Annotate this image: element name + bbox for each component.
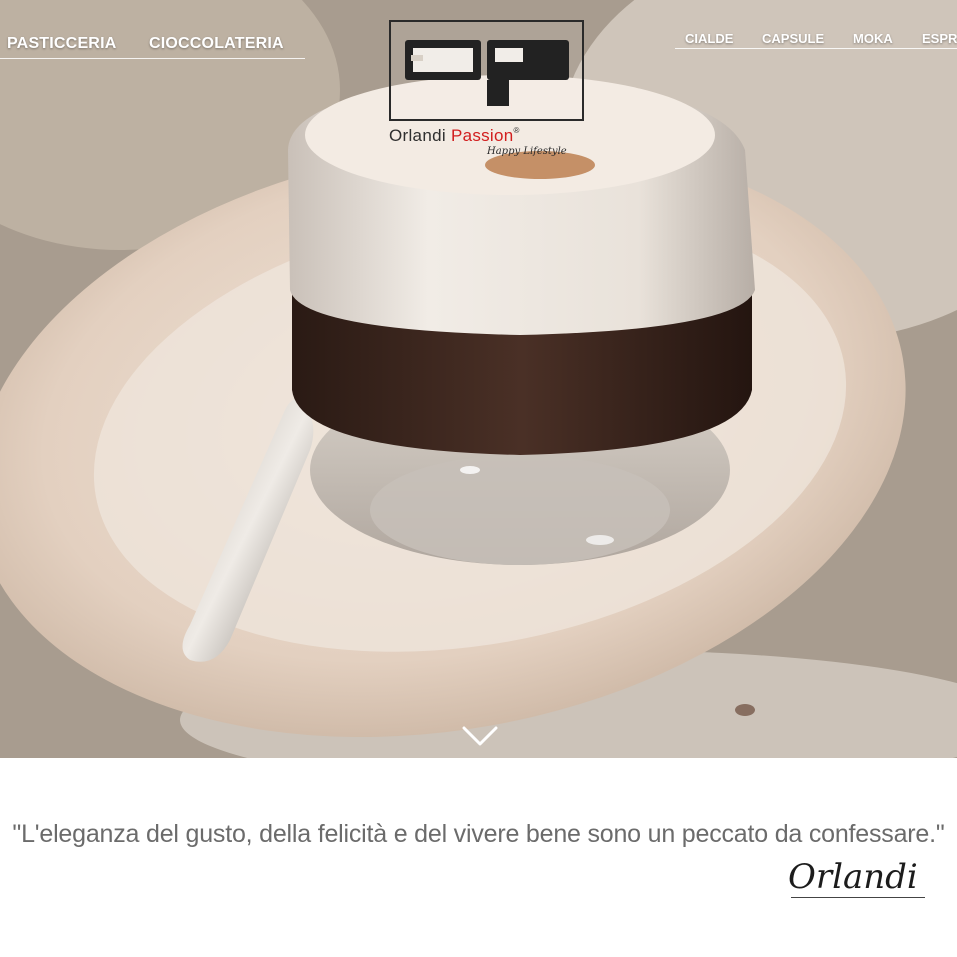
nav-left: PASTICCERIA CIOCCOLATERIA: [0, 32, 305, 59]
scroll-down-button[interactable]: [462, 724, 498, 748]
logo-name-passion: Passion: [450, 126, 514, 145]
nav-item-espresso[interactable]: ESPR: [922, 31, 957, 46]
nav-item-moka[interactable]: MOKA: [853, 31, 893, 46]
signature: Orlandi: [788, 857, 918, 897]
logo-name-orlandi: Orlandi: [389, 126, 446, 145]
nav-item-capsule[interactable]: CAPSULE: [762, 31, 824, 46]
logo-wordmark: Orlandi Passion®: [389, 126, 520, 146]
brand-quote: "L'eleganza del gusto, della felicità e …: [12, 820, 945, 848]
nav-item-cioccolateria[interactable]: CIOCCOLATERIA: [149, 35, 284, 53]
nav-item-cialde[interactable]: CIALDE: [685, 31, 733, 46]
registered-mark: ®: [513, 126, 520, 135]
logo-mark: [389, 20, 584, 121]
logo-tagline: Happy Lifestyle: [487, 146, 567, 157]
nav-item-pasticceria[interactable]: PASTICCERIA: [7, 35, 116, 53]
brand-logo[interactable]: Orlandi Passion® Happy Lifestyle: [389, 20, 584, 164]
chevron-down-icon: [462, 726, 498, 746]
nav-right: CIALDE CAPSULE MOKA ESPR: [675, 28, 957, 49]
hero-section: PASTICCERIA CIOCCOLATERIA CIALDE CAPSULE…: [0, 0, 957, 758]
op-monogram-icon: [405, 40, 569, 106]
signature-underline: [791, 897, 925, 898]
